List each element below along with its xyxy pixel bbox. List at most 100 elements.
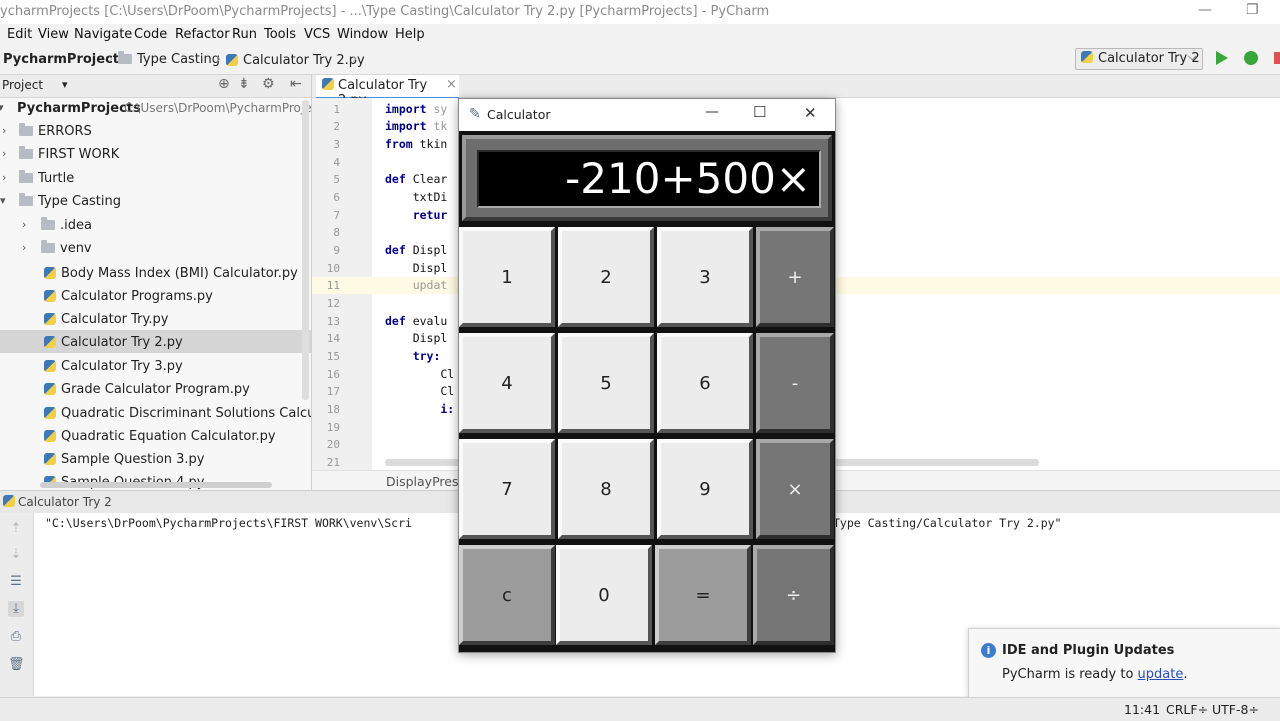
- tree-item-file[interactable]: Sample Question 3.py: [0, 447, 311, 470]
- tree-item-type-casting[interactable]: ▾ Type Casting: [0, 190, 311, 213]
- tree-item-file[interactable]: Calculator Programs.py: [0, 284, 311, 307]
- tree-item-file[interactable]: Body Mass Index (BMI) Calculator.py: [0, 261, 311, 284]
- menu-help[interactable]: Help: [395, 27, 425, 42]
- code-line: Displ: [385, 331, 448, 345]
- python-file-icon: [44, 407, 56, 419]
- stop-icon[interactable]: [1274, 52, 1280, 64]
- tree-item-file-selected[interactable]: Calculator Try 2.py: [0, 330, 311, 353]
- menu-tools[interactable]: Tools: [264, 27, 296, 42]
- menu-run[interactable]: Run: [232, 27, 257, 42]
- vertical-scrollbar[interactable]: [302, 100, 309, 400]
- tree-root[interactable]: ▾ PycharmProjects C:\Users\DrPoom\Pychar…: [0, 97, 311, 120]
- tree-item-idea[interactable]: › .idea: [0, 214, 311, 237]
- editor-tab-active[interactable]: Calculator Try 2.py ×: [316, 75, 459, 108]
- key-multiply[interactable]: ×: [756, 439, 834, 539]
- python-file-icon: [44, 290, 56, 302]
- scroll-to-end-icon[interactable]: ⤓: [8, 601, 24, 617]
- close-icon[interactable]: ×: [446, 77, 457, 92]
- tree-item-venv[interactable]: › venv: [0, 237, 311, 260]
- update-link[interactable]: update: [1138, 667, 1184, 682]
- restore-button[interactable]: ❐: [1246, 2, 1259, 18]
- menu-view[interactable]: View: [38, 27, 69, 42]
- locate-icon[interactable]: ⊕: [218, 76, 230, 92]
- chevron-down-icon[interactable]: ▾: [62, 78, 68, 91]
- menu-refactor[interactable]: Refactor: [175, 27, 230, 42]
- code-line: retur: [385, 208, 448, 222]
- key-1[interactable]: 1: [459, 227, 555, 327]
- line-number: 11: [326, 279, 340, 292]
- tree-item-file[interactable]: Quadratic Equation Calculator.py: [0, 424, 311, 447]
- chevron-down-icon[interactable]: ▾: [0, 101, 4, 114]
- tree-item-file[interactable]: Calculator Try 3.py: [0, 354, 311, 377]
- chevron-right-icon[interactable]: ›: [22, 241, 26, 254]
- line-number: 8: [333, 226, 340, 239]
- status-line-separator[interactable]: CRLF÷: [1166, 702, 1208, 717]
- tree-item-file[interactable]: Calculator Try.py: [0, 307, 311, 330]
- tree-item-file[interactable]: Quadratic Discriminant Solutions Calcula…: [0, 401, 311, 424]
- calc-minimize-button[interactable]: —: [705, 104, 719, 120]
- debug-icon[interactable]: [1244, 51, 1258, 65]
- tree-item-first-work[interactable]: › FIRST WORK: [0, 143, 311, 166]
- key-2[interactable]: 2: [558, 227, 654, 327]
- menu-vcs[interactable]: VCS: [304, 27, 330, 42]
- menu-navigate[interactable]: Navigate: [74, 27, 132, 42]
- notification-title: IDE and Plugin Updates: [1002, 643, 1175, 658]
- tree-item-file[interactable]: Grade Calculator Program.py: [0, 377, 311, 400]
- run-configuration-select[interactable]: Calculator Try 2 ⌵: [1075, 48, 1203, 70]
- key-divide[interactable]: ÷: [753, 545, 834, 645]
- line-number: 13: [326, 315, 340, 328]
- calculator-display[interactable]: -210+500×: [477, 150, 821, 208]
- gear-icon[interactable]: ⚙: [262, 76, 275, 92]
- minimize-button[interactable]: —: [1198, 2, 1212, 18]
- chevron-down-icon[interactable]: ▾: [0, 194, 6, 207]
- menu-code[interactable]: Code: [134, 27, 167, 42]
- key-0[interactable]: 0: [556, 545, 652, 645]
- status-position[interactable]: 11:41: [1124, 702, 1160, 717]
- calc-close-button[interactable]: ✕: [804, 104, 817, 122]
- key-plus[interactable]: +: [756, 227, 834, 327]
- display-frame: -210+500×: [462, 135, 832, 221]
- chevron-right-icon[interactable]: ›: [2, 147, 6, 160]
- calc-maximize-button[interactable]: ☐: [753, 103, 766, 121]
- trash-icon[interactable]: 🗑: [8, 657, 25, 673]
- key-9[interactable]: 9: [657, 439, 753, 539]
- tree-item-turtle[interactable]: › Turtle: [0, 167, 311, 190]
- key-8[interactable]: 8: [558, 439, 654, 539]
- key-6[interactable]: 6: [657, 333, 753, 433]
- collapse-icon[interactable]: ⇟: [238, 76, 250, 92]
- menu-window[interactable]: Window: [337, 27, 388, 42]
- soft-wrap-icon[interactable]: ☰: [8, 574, 24, 590]
- python-file-icon: [226, 54, 238, 66]
- run-tab-label[interactable]: Calculator Try 2: [18, 495, 112, 509]
- run-icon[interactable]: [1216, 51, 1228, 65]
- code-line: def Clear: [385, 172, 448, 186]
- key-5[interactable]: 5: [558, 333, 654, 433]
- tree-item-errors[interactable]: › ERRORS: [0, 120, 311, 143]
- print-icon[interactable]: ⎙: [8, 629, 24, 645]
- key-7[interactable]: 7: [459, 439, 555, 539]
- arrow-down-icon[interactable]: ⇣: [8, 547, 24, 563]
- key-4[interactable]: 4: [459, 333, 555, 433]
- horizontal-scrollbar[interactable]: [40, 482, 272, 488]
- code-line: from tkin: [385, 137, 448, 151]
- code-line: def Displ: [385, 243, 448, 257]
- key-3[interactable]: 3: [657, 227, 753, 327]
- title-bar: ycharmProjects [C:\Users\DrPoom\PycharmP…: [0, 0, 1280, 24]
- chevron-right-icon[interactable]: ›: [2, 124, 6, 137]
- key-minus[interactable]: -: [756, 333, 834, 433]
- calculator-title-bar[interactable]: ✎ Calculator — ☐ ✕: [459, 99, 835, 131]
- status-encoding[interactable]: UTF-8÷: [1212, 702, 1259, 717]
- key-clear[interactable]: c: [459, 545, 555, 645]
- breadcrumb-folder[interactable]: Type Casting: [118, 51, 220, 67]
- project-view-selector[interactable]: Project: [2, 78, 43, 92]
- python-file-icon: [44, 383, 56, 395]
- chevron-right-icon[interactable]: ›: [2, 171, 6, 184]
- arrow-up-icon[interactable]: ⇡: [8, 521, 24, 537]
- calculator-window: ✎ Calculator — ☐ ✕ -210+500× 1 2 3 + 4 5…: [458, 98, 836, 653]
- menu-edit[interactable]: Edit: [7, 27, 32, 42]
- update-notification[interactable]: i IDE and Plugin Updates PyCharm is read…: [968, 628, 1280, 698]
- key-equals[interactable]: =: [655, 545, 751, 645]
- hide-icon[interactable]: ⇤: [290, 76, 302, 92]
- chevron-right-icon[interactable]: ›: [22, 218, 26, 231]
- breadcrumb-file[interactable]: Calculator Try 2.py: [226, 52, 365, 68]
